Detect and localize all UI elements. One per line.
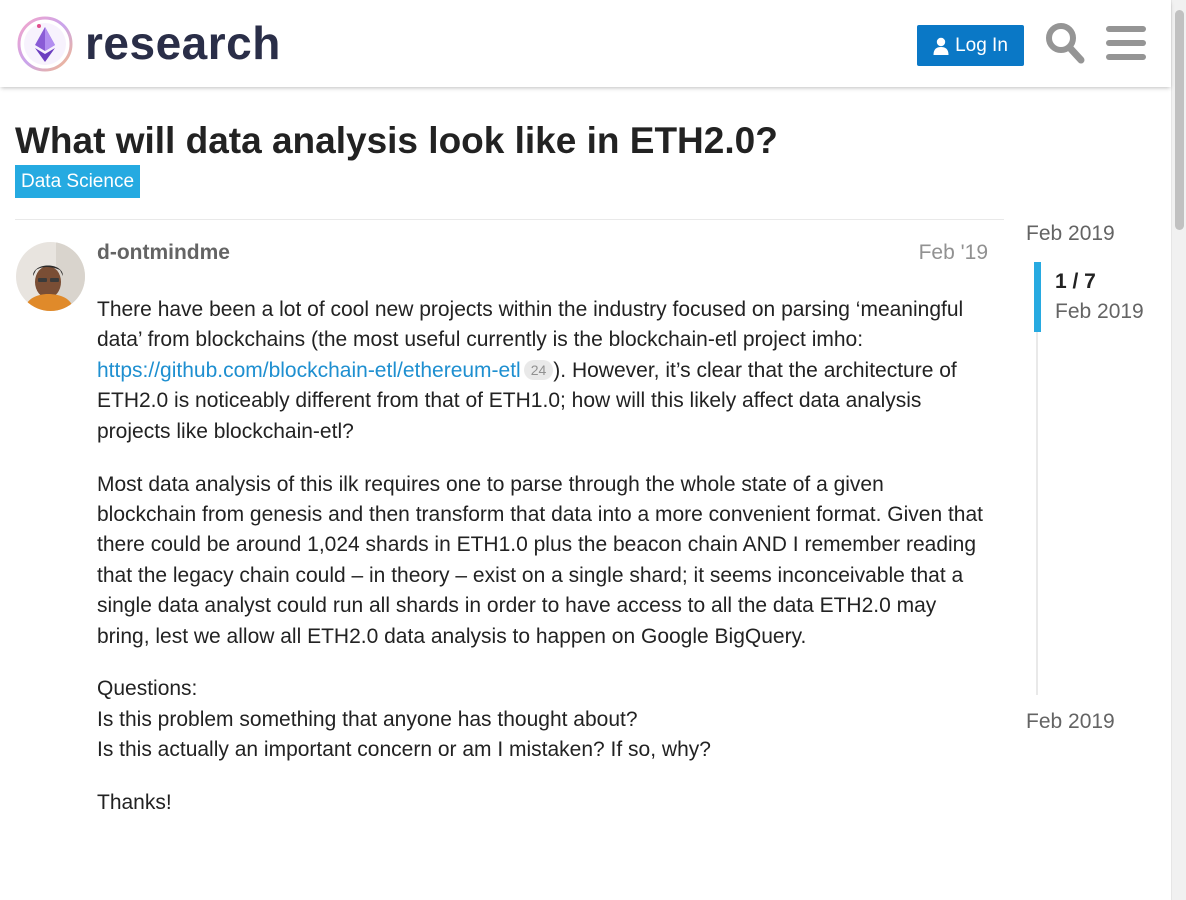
post-author[interactable]: d-ontmindme (97, 240, 230, 266)
category-badge[interactable]: Data Science (15, 165, 141, 198)
post-text: Is this actually an important concern or… (97, 738, 711, 762)
timeline-scroll-handle[interactable] (1034, 262, 1041, 332)
post-paragraph: Most data analysis of this ilk requires … (97, 472, 983, 648)
ethereum-research-logo-icon[interactable] (16, 15, 74, 73)
hamburger-menu-icon[interactable] (1106, 26, 1146, 60)
post-paragraph: There have been a lot of cool new projec… (97, 295, 987, 447)
timeline-position: 1 / 7 (1055, 270, 1096, 293)
login-button[interactable]: Log In (917, 25, 1024, 66)
scrollbar-thumb[interactable] (1175, 10, 1184, 230)
title-divider (15, 219, 1004, 220)
site-logo-text[interactable]: research (85, 14, 281, 72)
login-label: Log In (955, 34, 1008, 56)
link-click-count: 24 (523, 359, 554, 380)
search-icon[interactable] (1045, 22, 1085, 64)
post-date[interactable]: Feb '19 (880, 240, 988, 266)
page-scrollbar[interactable] (1171, 0, 1186, 900)
post-text: Questions: (97, 677, 198, 701)
topic-title[interactable]: What will data analysis look like in ETH… (15, 118, 778, 164)
post-paragraph: Questions: Is this problem something that… (97, 674, 987, 765)
timeline-position-date: Feb 2019 (1055, 300, 1144, 323)
post-body: There have been a lot of cool new projec… (97, 295, 987, 841)
timeline-start-date[interactable]: Feb 2019 (1026, 221, 1115, 247)
post-text: There have been a lot of cool new projec… (97, 298, 964, 352)
ethereum-etl-link[interactable]: https://github.com/blockchain-etl/ethere… (97, 359, 521, 382)
timeline-end-date[interactable]: Feb 2019 (1026, 709, 1115, 735)
post-paragraph: Thanks! (97, 791, 172, 815)
user-icon (933, 37, 949, 55)
author-avatar[interactable] (16, 242, 85, 311)
site-header: research Log In (0, 0, 1171, 87)
post-text: Is this problem something that anyone ha… (97, 707, 638, 731)
